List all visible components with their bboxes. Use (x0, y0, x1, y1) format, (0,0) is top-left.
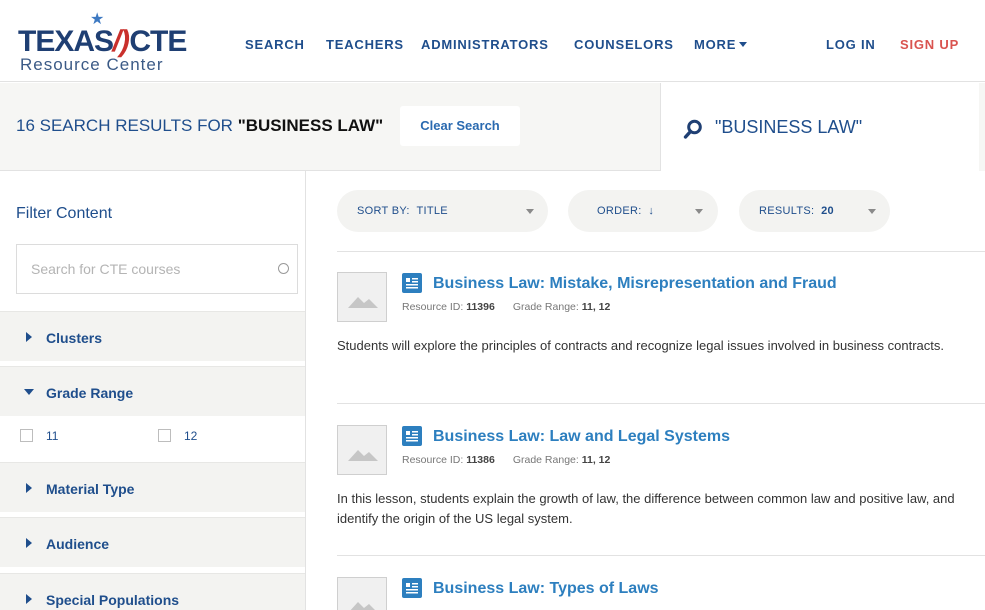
login-link[interactable]: LOG IN (826, 37, 876, 53)
facet-label: Special Populations (46, 592, 180, 608)
search-box-edge (979, 83, 985, 171)
result-item: Business Law: Mistake, Misrepresentation… (337, 251, 985, 401)
course-search-box (16, 244, 298, 294)
sort-by-label: SORT BY: TITLE (357, 205, 448, 217)
results-main: SORT BY: TITLE ORDER: ↓ RESULTS: 20 Busi… (306, 171, 985, 610)
result-meta: Resource ID: 11386 Grade Range: 11, 12 (402, 454, 611, 466)
facet-label: Clusters (46, 330, 103, 346)
site-header: ★ TEXAS/)CTE Resource Center SEARCH TEAC… (0, 0, 985, 82)
nav-more-label: MORE (694, 37, 737, 52)
filter-title: Filter Content (16, 205, 113, 222)
mountain-icon (348, 297, 378, 308)
nav-administrators[interactable]: ADMINISTRATORS (421, 37, 549, 53)
result-title-link[interactable]: Business Law: Types of Laws (433, 579, 659, 599)
caret-right-icon (26, 483, 32, 493)
grade-12-checkbox[interactable] (158, 429, 171, 442)
facet-special-populations[interactable]: Special Populations (0, 573, 305, 610)
results-count-label: RESULTS: 20 (759, 205, 834, 217)
mountain-icon (348, 450, 378, 461)
signup-link[interactable]: SIGN UP (900, 37, 959, 53)
image-placeholder-icon[interactable] (337, 577, 387, 610)
result-meta: Resource ID: 11396 Grade Range: 11, 12 (402, 301, 611, 313)
search-icon (683, 119, 702, 139)
result-item: Business Law: Types of Laws (337, 556, 985, 610)
results-heading: 16 SEARCH RESULTS FOR "BUSINESS LAW" (16, 116, 384, 135)
logo-wordmark: TEXAS/)CTE (18, 25, 187, 58)
result-title-link[interactable]: Business Law: Mistake, Misrepresentation… (433, 274, 837, 294)
nav-search[interactable]: SEARCH (245, 37, 305, 53)
filter-sidebar: Filter Content Clusters Grade Range 11 1… (0, 171, 306, 610)
search-circle-icon (278, 263, 289, 274)
facet-audience[interactable]: Audience (0, 517, 305, 567)
caret-down-icon (739, 42, 748, 48)
facet-grade-range[interactable]: Grade Range (0, 366, 305, 416)
site-logo[interactable]: ★ TEXAS/)CTE Resource Center (18, 12, 187, 76)
image-placeholder-icon[interactable] (337, 272, 387, 322)
course-search-input[interactable] (17, 245, 267, 293)
caret-right-icon (26, 538, 32, 548)
result-description: Students will explore the principles of … (337, 338, 944, 353)
logo-subtitle: Resource Center (20, 55, 164, 74)
nav-more-dropdown[interactable]: MORE (694, 37, 748, 53)
caret-right-icon (26, 332, 32, 342)
facet-label: Audience (46, 536, 110, 552)
order-dropdown[interactable]: ORDER: ↓ (568, 190, 718, 232)
mountain-icon (350, 602, 375, 610)
document-icon (402, 578, 422, 598)
caret-down-icon (868, 209, 876, 214)
grade-11-label: 11 (46, 429, 59, 443)
result-item: Business Law: Law and Legal Systems Reso… (337, 404, 985, 554)
image-placeholder-icon[interactable] (337, 425, 387, 475)
clear-search-button[interactable]: Clear Search (400, 106, 520, 146)
grade-11-checkbox[interactable] (20, 429, 33, 442)
search-results-bar: 16 SEARCH RESULTS FOR "BUSINESS LAW" Cle… (0, 83, 985, 171)
caret-down-icon (695, 209, 703, 214)
grade-12-label: 12 (184, 429, 198, 443)
nav-counselors[interactable]: COUNSELORS (574, 37, 674, 53)
search-query-text: "BUSINESS LAW" (715, 117, 863, 137)
caret-down-icon (526, 209, 534, 214)
grade-range-options: 11 12 (0, 416, 305, 462)
facet-label: Grade Range (46, 385, 134, 401)
order-label: ORDER: ↓ (597, 205, 655, 217)
nav-teachers[interactable]: TEACHERS (326, 37, 404, 53)
caret-down-icon (24, 389, 34, 395)
results-per-page-dropdown[interactable]: RESULTS: 20 (739, 190, 890, 232)
result-title-link[interactable]: Business Law: Law and Legal Systems (433, 427, 730, 447)
facet-label: Material Type (46, 481, 135, 497)
document-icon (402, 426, 422, 446)
document-icon (402, 273, 422, 293)
result-description: In this lesson, students explain the gro… (337, 491, 955, 526)
search-query-box[interactable]: "BUSINESS LAW" (660, 83, 985, 171)
sort-by-dropdown[interactable]: SORT BY: TITLE (337, 190, 548, 232)
facet-material-type[interactable]: Material Type (0, 462, 305, 512)
caret-right-icon (26, 594, 32, 604)
facet-clusters[interactable]: Clusters (0, 311, 305, 361)
